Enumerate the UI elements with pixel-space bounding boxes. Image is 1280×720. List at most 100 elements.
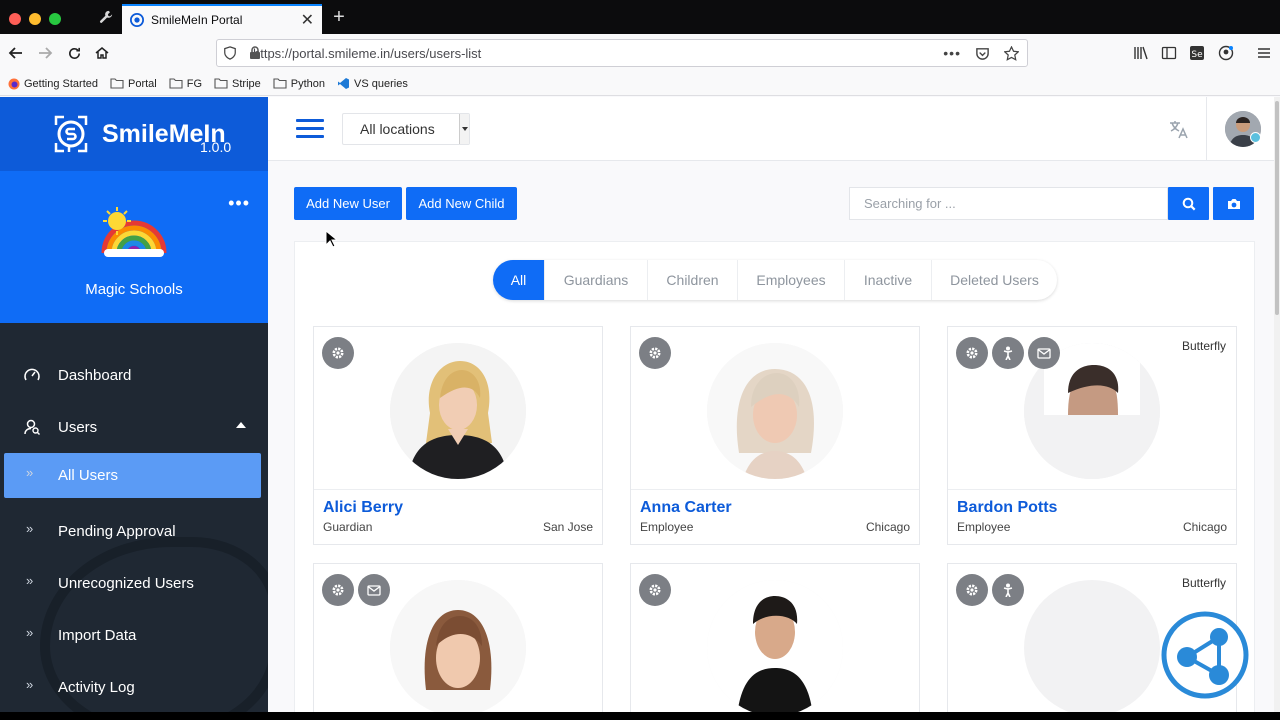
child-badge[interactable]	[992, 337, 1024, 369]
close-window-button[interactable]	[9, 13, 21, 25]
library-icon[interactable]	[1131, 43, 1151, 63]
user-city: Chicago	[1182, 520, 1227, 534]
location-select[interactable]: All locations	[342, 113, 470, 145]
group-label: Butterfly	[1181, 576, 1226, 590]
caret-up-icon[interactable]	[236, 422, 246, 428]
gear-icon	[332, 584, 344, 596]
search-input[interactable]: Searching for ...	[849, 187, 1168, 220]
back-button[interactable]	[3, 41, 29, 65]
browser-tab-bar: SmileMeIn Portal ✕ +	[0, 0, 1280, 34]
speedometer-icon	[22, 365, 42, 385]
camera-search-button[interactable]	[1213, 187, 1254, 220]
share-icon[interactable]	[1161, 611, 1249, 699]
scrollbar-thumb[interactable]	[1275, 101, 1279, 315]
tab-inactive[interactable]: Inactive	[845, 260, 932, 300]
sidebar-toggle-icon[interactable]	[1159, 43, 1179, 63]
tab-deleted-users[interactable]: Deleted Users	[932, 260, 1057, 300]
message-badge[interactable]	[1028, 337, 1060, 369]
message-badge[interactable]	[358, 574, 390, 606]
user-card[interactable]	[313, 563, 603, 712]
user-card[interactable]: Alici Berry Guardian San Jose	[313, 326, 603, 545]
user-role: Employee	[957, 520, 1011, 534]
maximize-window-button[interactable]	[49, 13, 61, 25]
sidebar-item-users[interactable]: Users	[0, 401, 268, 453]
forward-button[interactable]	[32, 41, 58, 65]
child-figure-icon	[1003, 583, 1013, 597]
envelope-icon	[1037, 347, 1051, 359]
home-button[interactable]	[89, 41, 115, 65]
tab-guardians[interactable]: Guardians	[545, 260, 648, 300]
menu-icon[interactable]	[1254, 43, 1274, 63]
group-label: Butterfly	[1181, 339, 1226, 353]
user-name[interactable]: Anna Carter	[640, 499, 732, 517]
reload-button[interactable]	[61, 41, 87, 65]
add-new-user-button[interactable]: Add New User	[294, 187, 402, 220]
pocket-icon[interactable]	[975, 46, 990, 61]
browser-tab-active[interactable]: SmileMeIn Portal ✕	[122, 4, 322, 34]
bookmark-python[interactable]: Python	[273, 78, 325, 90]
tab-employees[interactable]: Employees	[738, 260, 845, 300]
selenium-extension-icon[interactable]: Se	[1187, 43, 1207, 63]
smilemein-logo-icon	[54, 115, 88, 153]
gear-icon	[649, 584, 661, 596]
user-card[interactable]: Butterfly Bardon Potts Employee Chicago	[947, 326, 1237, 545]
sidebar-subitem-all-users[interactable]: » All Users	[4, 453, 261, 498]
user-name[interactable]: Alici Berry	[323, 499, 403, 517]
user-card[interactable]: Anna Carter Employee Chicago	[630, 326, 920, 545]
bookmark-fg[interactable]: FG	[169, 78, 202, 90]
app-version: 1.0.0	[200, 139, 232, 155]
settings-badge[interactable]	[322, 574, 354, 606]
settings-badge[interactable]	[956, 574, 988, 606]
gear-icon	[649, 347, 661, 359]
user-city: Chicago	[865, 520, 910, 534]
dropdown-arrow-icon[interactable]	[459, 114, 469, 144]
settings-badge[interactable]	[639, 574, 671, 606]
wrench-icon[interactable]	[90, 0, 122, 34]
close-tab-icon[interactable]: ✕	[301, 10, 314, 30]
user-photo	[390, 580, 526, 712]
minimize-window-button[interactable]	[29, 13, 41, 25]
vscode-icon	[338, 78, 350, 89]
tab-children[interactable]: Children	[648, 260, 738, 300]
bookmark-star-icon[interactable]	[1004, 45, 1019, 61]
bookmark-portal[interactable]: Portal	[110, 78, 157, 90]
gear-icon	[966, 584, 978, 596]
page-scrollbar[interactable]	[1274, 97, 1280, 712]
sidebar-subitem-import-data[interactable]: » Import Data	[0, 609, 268, 661]
folder-icon	[169, 78, 183, 89]
user-name[interactable]: Bardon Potts	[957, 499, 1057, 517]
search-button[interactable]	[1168, 187, 1209, 220]
bookmark-vs-queries[interactable]: VS queries	[337, 77, 408, 90]
shield-icon[interactable]	[223, 46, 237, 60]
settings-badge[interactable]	[956, 337, 988, 369]
new-tab-button[interactable]: +	[326, 0, 352, 34]
browser-nav-bar: https://portal.smileme.in/users/users-li…	[0, 34, 1280, 72]
location-selected-value: All locations	[360, 121, 435, 137]
sidebar-item-label: Pending Approval	[58, 522, 176, 540]
add-new-child-button[interactable]: Add New Child	[406, 187, 517, 220]
address-bar[interactable]: https://portal.smileme.in/users/users-li…	[216, 39, 1028, 67]
bookmark-getting-started[interactable]: Getting Started	[8, 78, 98, 90]
sidebar-subitem-unrecognized-users[interactable]: » Unrecognized Users	[0, 557, 268, 609]
tab-title: SmileMeIn Portal	[151, 13, 243, 27]
sidebar-subitem-activity-log[interactable]: » Activity Log	[0, 661, 268, 712]
sidebar-subitem-pending-approval[interactable]: » Pending Approval	[0, 505, 268, 557]
hamburger-menu-icon[interactable]	[296, 119, 324, 139]
bookmark-stripe[interactable]: Stripe	[214, 78, 261, 90]
translate-icon[interactable]	[1168, 118, 1190, 140]
account-icon[interactable]	[1216, 43, 1236, 63]
settings-badge[interactable]	[322, 337, 354, 369]
more-actions-icon[interactable]: •••	[943, 45, 961, 61]
user-card[interactable]	[630, 563, 920, 712]
sidebar-item-label: Activity Log	[58, 678, 135, 696]
camera-icon	[1227, 198, 1240, 209]
tab-all[interactable]: All	[493, 260, 545, 300]
settings-badge[interactable]	[639, 337, 671, 369]
sidebar-item-dashboard[interactable]: Dashboard	[0, 349, 268, 401]
child-badge[interactable]	[992, 574, 1024, 606]
user-role: Employee	[640, 520, 694, 534]
lock-icon[interactable]	[249, 46, 261, 60]
more-options-icon[interactable]: •••	[228, 193, 250, 214]
brand-logo[interactable]: SmileMeIn	[0, 97, 268, 171]
user-city: San Jose	[542, 520, 593, 534]
